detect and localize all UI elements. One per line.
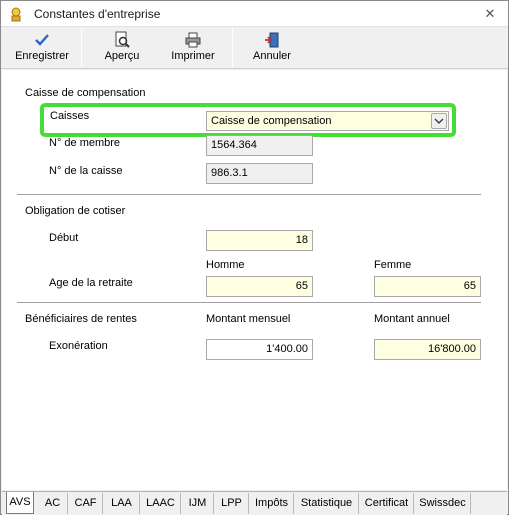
retraite-label: Age de la retraite [49, 277, 133, 289]
section-caisse-title: Caisse de compensation [25, 87, 146, 99]
tab-bar: AVS AC CAF LAA LAAC IJM LPP Impôts Stati… [2, 491, 507, 515]
tab-certificat[interactable]: Certificat [360, 493, 414, 514]
save-label: Enregistrer [15, 50, 69, 62]
save-button[interactable]: Enregistrer [7, 27, 77, 69]
preview-label: Aperçu [104, 50, 140, 62]
homme-label: Homme [206, 259, 245, 271]
dialog-window: Constantes d'entreprise ✕ Enregistrer Ap… [0, 0, 509, 515]
tab-laac[interactable]: LAAC [141, 493, 181, 514]
mensuel-label: Montant mensuel [206, 313, 291, 325]
preview-button[interactable]: Aperçu [91, 27, 153, 69]
tab-ijm[interactable]: IJM [182, 493, 214, 514]
section-obligation-title: Obligation de cotiser [25, 205, 126, 217]
membre-field[interactable]: 1564.364 [206, 135, 313, 156]
mensuel-field[interactable]: 1'400.00 [206, 339, 313, 360]
exoneration-label: Exonération [49, 340, 108, 352]
toolbar-separator [81, 29, 82, 67]
title-bar: Constantes d'entreprise ✕ [1, 1, 508, 27]
window-title: Constantes d'entreprise [34, 7, 161, 21]
exit-door-icon [263, 31, 281, 49]
debut-label: Début [49, 232, 79, 244]
caisse-number-field[interactable]: 986.3.1 [206, 163, 313, 184]
retraite-homme-field[interactable]: 65 [206, 276, 313, 297]
annuel-label: Montant annuel [374, 313, 450, 325]
tab-swissdec[interactable]: Swissdec [415, 493, 471, 514]
tab-ac[interactable]: AC [38, 493, 68, 514]
membre-label: N° de membre [49, 137, 121, 149]
femme-label: Femme [374, 259, 412, 271]
caisses-select-value: Caisse de compensation [211, 115, 332, 127]
tab-impots[interactable]: Impôts [250, 493, 294, 514]
printer-icon [184, 31, 202, 49]
tab-caf[interactable]: CAF [69, 493, 103, 514]
tab-statistique[interactable]: Statistique [295, 493, 359, 514]
divider [17, 302, 481, 303]
section-rentes-title: Bénéficiaires de rentes [25, 313, 137, 325]
tab-lpp[interactable]: LPP [215, 493, 249, 514]
close-button[interactable]: ✕ [481, 5, 499, 23]
tab-avs[interactable]: AVS [6, 492, 34, 514]
debut-field[interactable]: 18 [206, 230, 313, 251]
checkmark-icon [33, 31, 51, 49]
toolbar-separator [232, 29, 233, 67]
cancel-label: Annuler [253, 50, 291, 62]
retraite-femme-field[interactable]: 65 [374, 276, 481, 297]
chevron-down-icon[interactable] [431, 113, 447, 129]
caisse-number-label: N° de la caisse [49, 165, 123, 177]
print-button[interactable]: Imprimer [167, 27, 219, 69]
content-panel: Caisse de compensation Caisses Caisse de… [2, 70, 507, 490]
divider [17, 194, 481, 195]
preview-icon [113, 31, 131, 49]
annuel-field[interactable]: 16'800.00 [374, 339, 481, 360]
print-label: Imprimer [171, 50, 215, 62]
toolbar: Enregistrer Aperçu Imprimer Annuler [1, 27, 508, 69]
cancel-button[interactable]: Annuler [247, 27, 297, 69]
tab-laa[interactable]: LAA [104, 493, 140, 514]
caisses-select[interactable]: Caisse de compensation [206, 111, 449, 131]
caisses-label: Caisses [50, 110, 90, 122]
app-icon [8, 6, 24, 22]
